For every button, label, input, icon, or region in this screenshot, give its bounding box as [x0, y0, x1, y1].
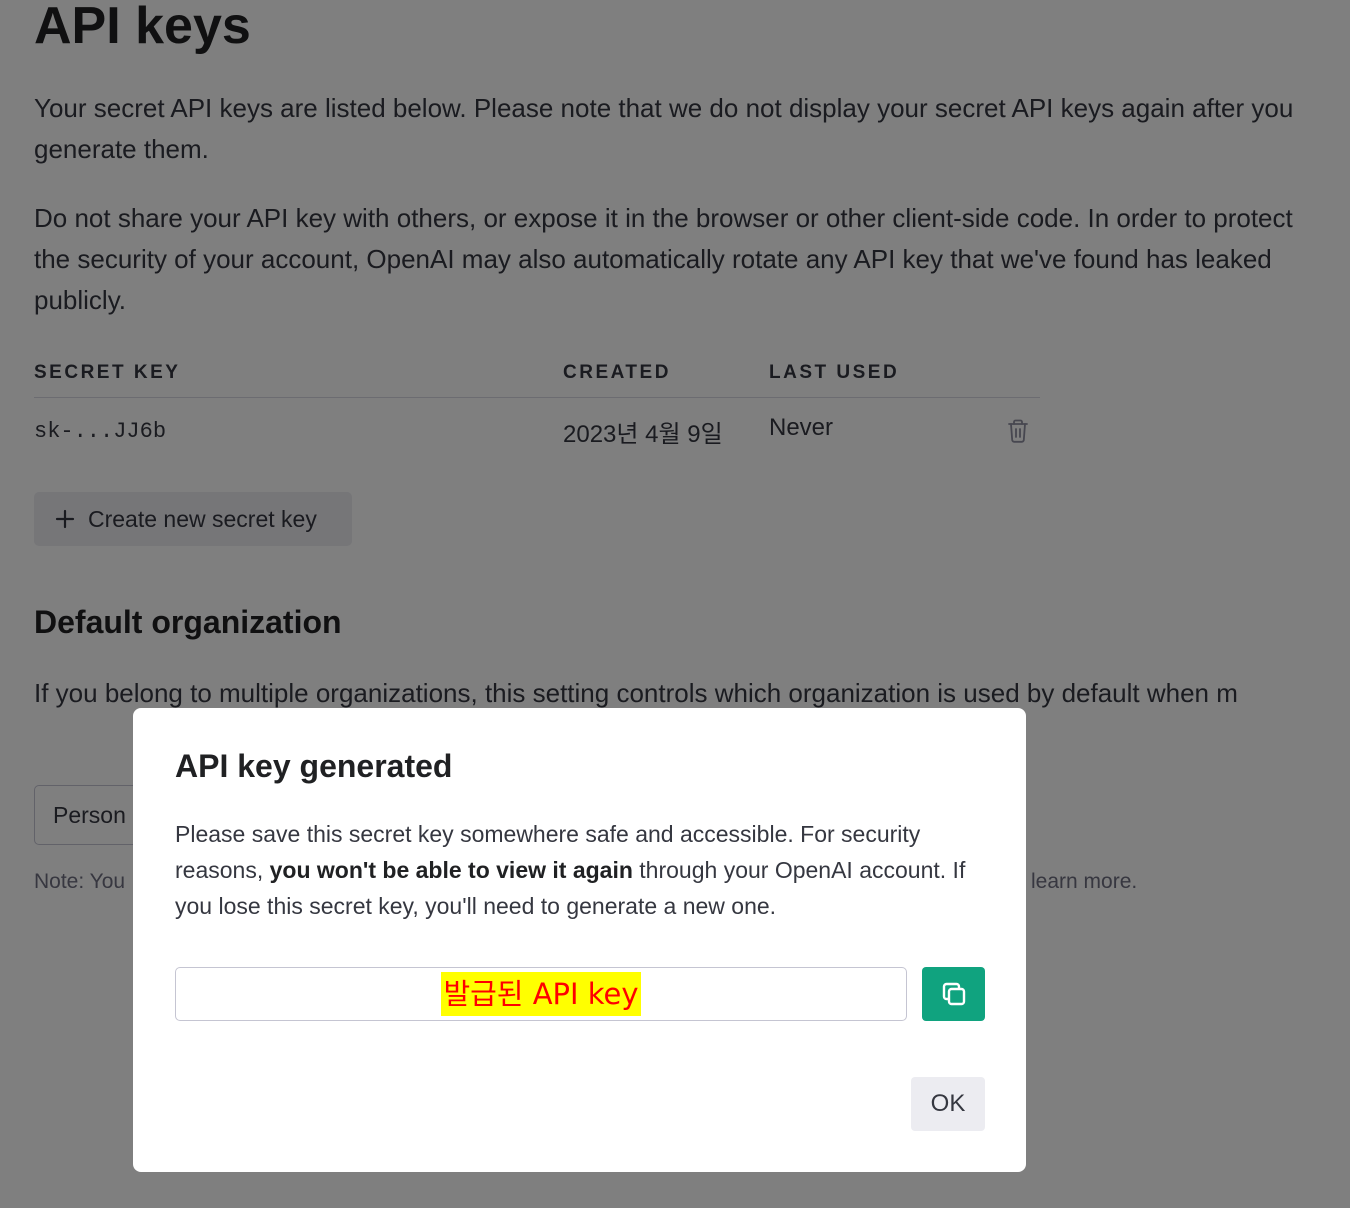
- ok-button[interactable]: OK: [911, 1077, 985, 1131]
- modal-title: API key generated: [175, 748, 453, 784]
- api-key-field[interactable]: 발급된 API key: [175, 967, 907, 1021]
- api-key-generated-modal: API key generated Please save this secre…: [133, 708, 1026, 1172]
- api-keys-page: API keys Your secret API keys are listed…: [0, 0, 1350, 1208]
- copy-icon: [942, 982, 965, 1006]
- modal-text-bold: you won't be able to view it again: [269, 857, 633, 883]
- modal-text: Please save this secret key somewhere sa…: [175, 816, 995, 924]
- api-key-value: 발급된 API key: [441, 972, 641, 1016]
- copy-button[interactable]: [922, 967, 985, 1021]
